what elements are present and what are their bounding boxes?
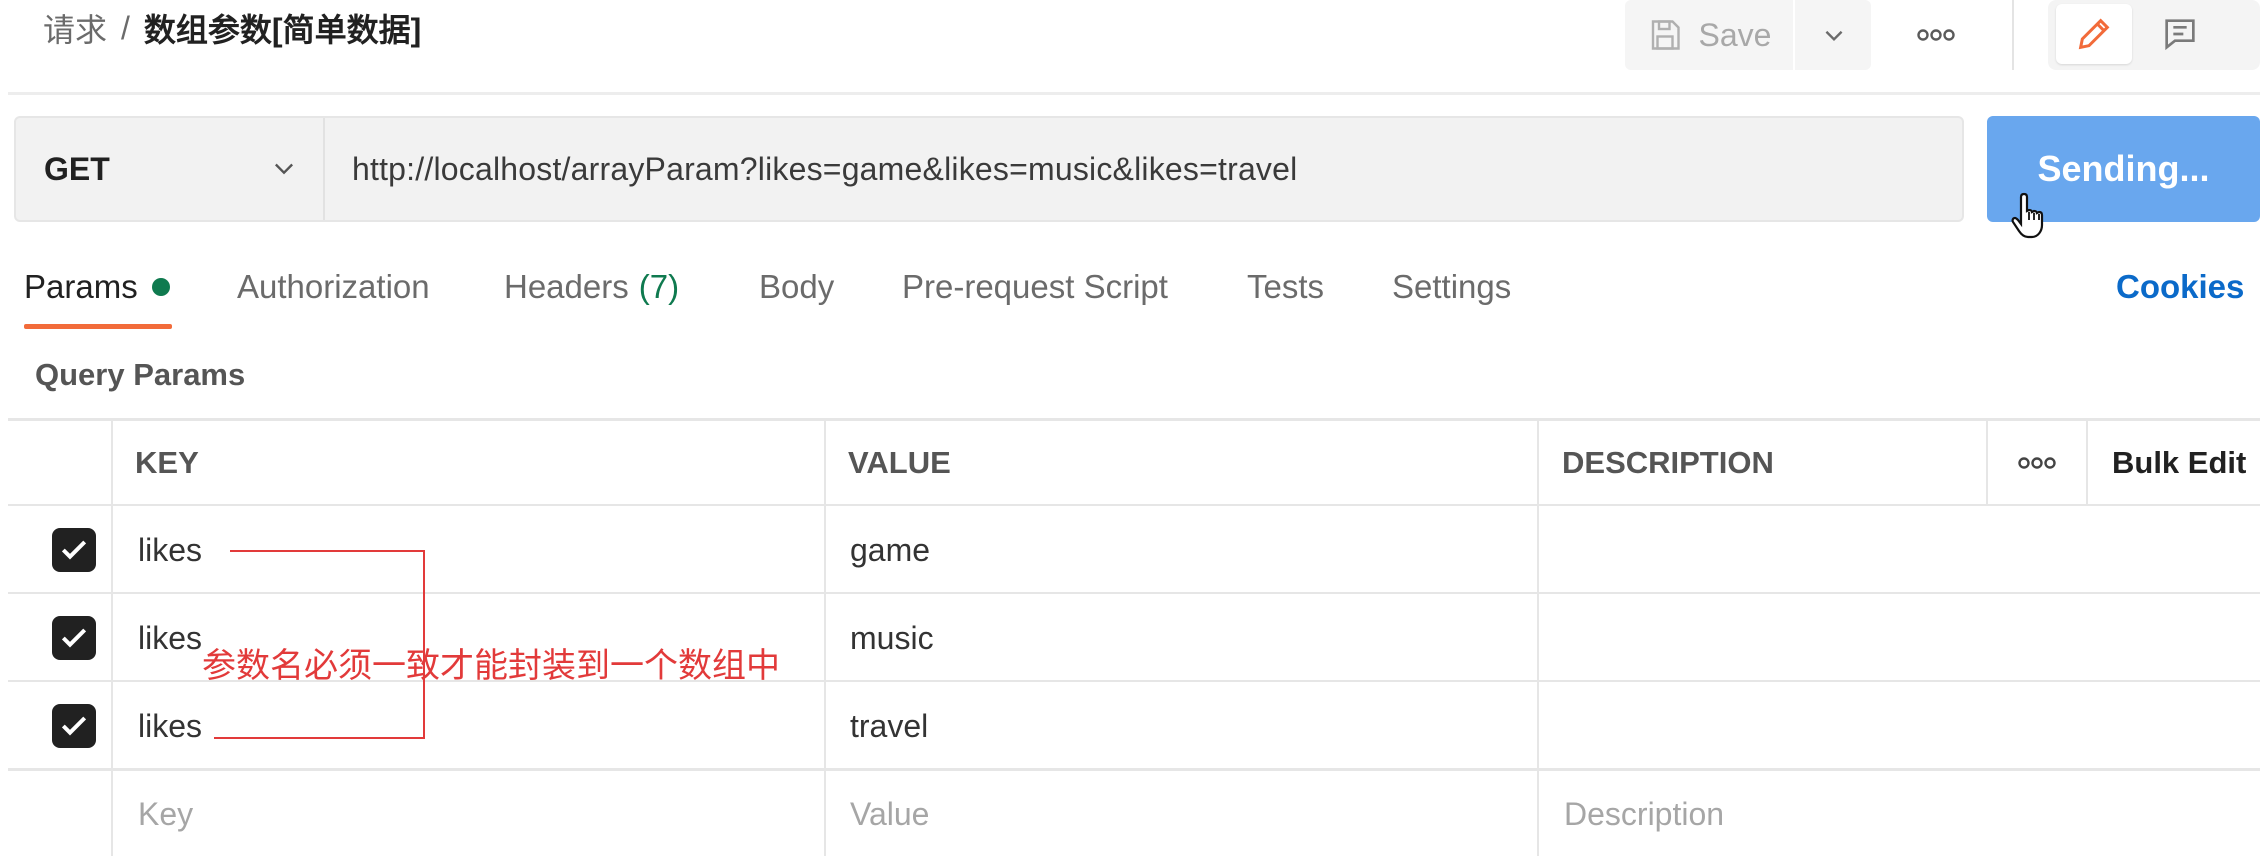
param-value[interactable]: travel <box>850 683 928 769</box>
tab-params-label: Params <box>24 268 138 305</box>
headers-count: (7) <box>638 268 680 305</box>
param-description[interactable] <box>1562 507 2252 593</box>
table-border-top <box>8 418 2260 421</box>
table-more-button[interactable] <box>1988 420 2086 506</box>
ellipsis-icon <box>2018 457 2056 469</box>
query-params-title: Query Params <box>35 357 246 392</box>
hand-cursor-icon <box>2011 192 2044 239</box>
new-key-input[interactable]: Key <box>138 771 193 857</box>
breadcrumb-parent[interactable]: 请求 <box>43 5 107 51</box>
column-divider <box>1537 418 1539 856</box>
tab-tests[interactable]: Tests <box>1247 262 1324 312</box>
param-value[interactable]: music <box>850 595 934 681</box>
column-divider <box>2086 418 2088 506</box>
param-description[interactable] <box>1562 683 2252 769</box>
tab-pre-request-script[interactable]: Pre-request Script <box>902 262 1168 312</box>
param-description[interactable] <box>1562 595 2252 681</box>
tab-params[interactable]: Params <box>24 262 170 312</box>
param-key[interactable]: likes <box>138 507 202 593</box>
checkmark-icon <box>61 716 87 736</box>
tab-headers[interactable]: Headers (7) <box>504 262 679 312</box>
params-active-dot <box>151 278 170 296</box>
url-input[interactable]: http://localhost/arrayParam?likes=game&l… <box>352 118 1297 220</box>
header-separator <box>8 92 2260 95</box>
tab-headers-label: Headers <box>504 268 629 305</box>
chevron-down-icon <box>1825 30 1843 42</box>
save-options-button[interactable] <box>1793 0 1873 70</box>
column-header-value: VALUE <box>848 445 951 480</box>
pencil-icon <box>2078 18 2110 50</box>
column-header-key: KEY <box>135 445 199 480</box>
annotation-text: 参数名必须一致才能封装到一个数组中 <box>202 647 780 685</box>
checkmark-icon <box>61 628 87 648</box>
column-divider <box>111 418 113 856</box>
bulk-edit-button[interactable]: Bulk Edit <box>2112 420 2246 506</box>
breadcrumb: 请求 / 数组参数[简单数据] <box>43 5 421 51</box>
comments-button[interactable] <box>2142 4 2218 64</box>
cookies-link[interactable]: Cookies <box>2116 262 2244 312</box>
edit-button[interactable] <box>2056 4 2132 64</box>
table-header-divider <box>8 504 2260 506</box>
active-tab-indicator <box>24 324 172 329</box>
param-key[interactable]: likes <box>138 595 202 681</box>
header-divider <box>2012 0 2014 70</box>
table-row <box>52 595 96 681</box>
row-checkbox[interactable] <box>52 528 96 572</box>
floppy-disk-icon <box>1651 20 1680 50</box>
table-row <box>52 507 96 593</box>
checkmark-icon <box>61 540 87 560</box>
row-checkbox[interactable] <box>52 704 96 748</box>
method-divider <box>323 118 325 220</box>
new-value-input[interactable]: Value <box>850 771 929 857</box>
save-button[interactable]: Save <box>1625 0 1793 70</box>
row-checkbox[interactable] <box>52 616 96 660</box>
save-label: Save <box>1698 16 1772 53</box>
column-header-description: DESCRIPTION <box>1562 445 1774 480</box>
param-key[interactable]: likes <box>138 683 202 769</box>
new-description-input[interactable]: Description <box>1564 771 1724 857</box>
tab-settings[interactable]: Settings <box>1392 262 1511 312</box>
param-value[interactable]: game <box>850 507 930 593</box>
ellipsis-icon <box>1917 29 1955 41</box>
request-title[interactable]: 数组参数[简单数据] <box>144 5 421 51</box>
method-label: GET <box>44 150 110 187</box>
table-row <box>52 683 96 769</box>
breadcrumb-separator: / <box>121 9 130 46</box>
tab-authorization[interactable]: Authorization <box>237 262 430 312</box>
chevron-down-icon[interactable] <box>264 148 304 188</box>
tab-body[interactable]: Body <box>759 262 834 312</box>
more-actions-button[interactable] <box>1896 0 1976 70</box>
comment-icon <box>2165 19 2195 51</box>
column-divider <box>824 418 826 856</box>
